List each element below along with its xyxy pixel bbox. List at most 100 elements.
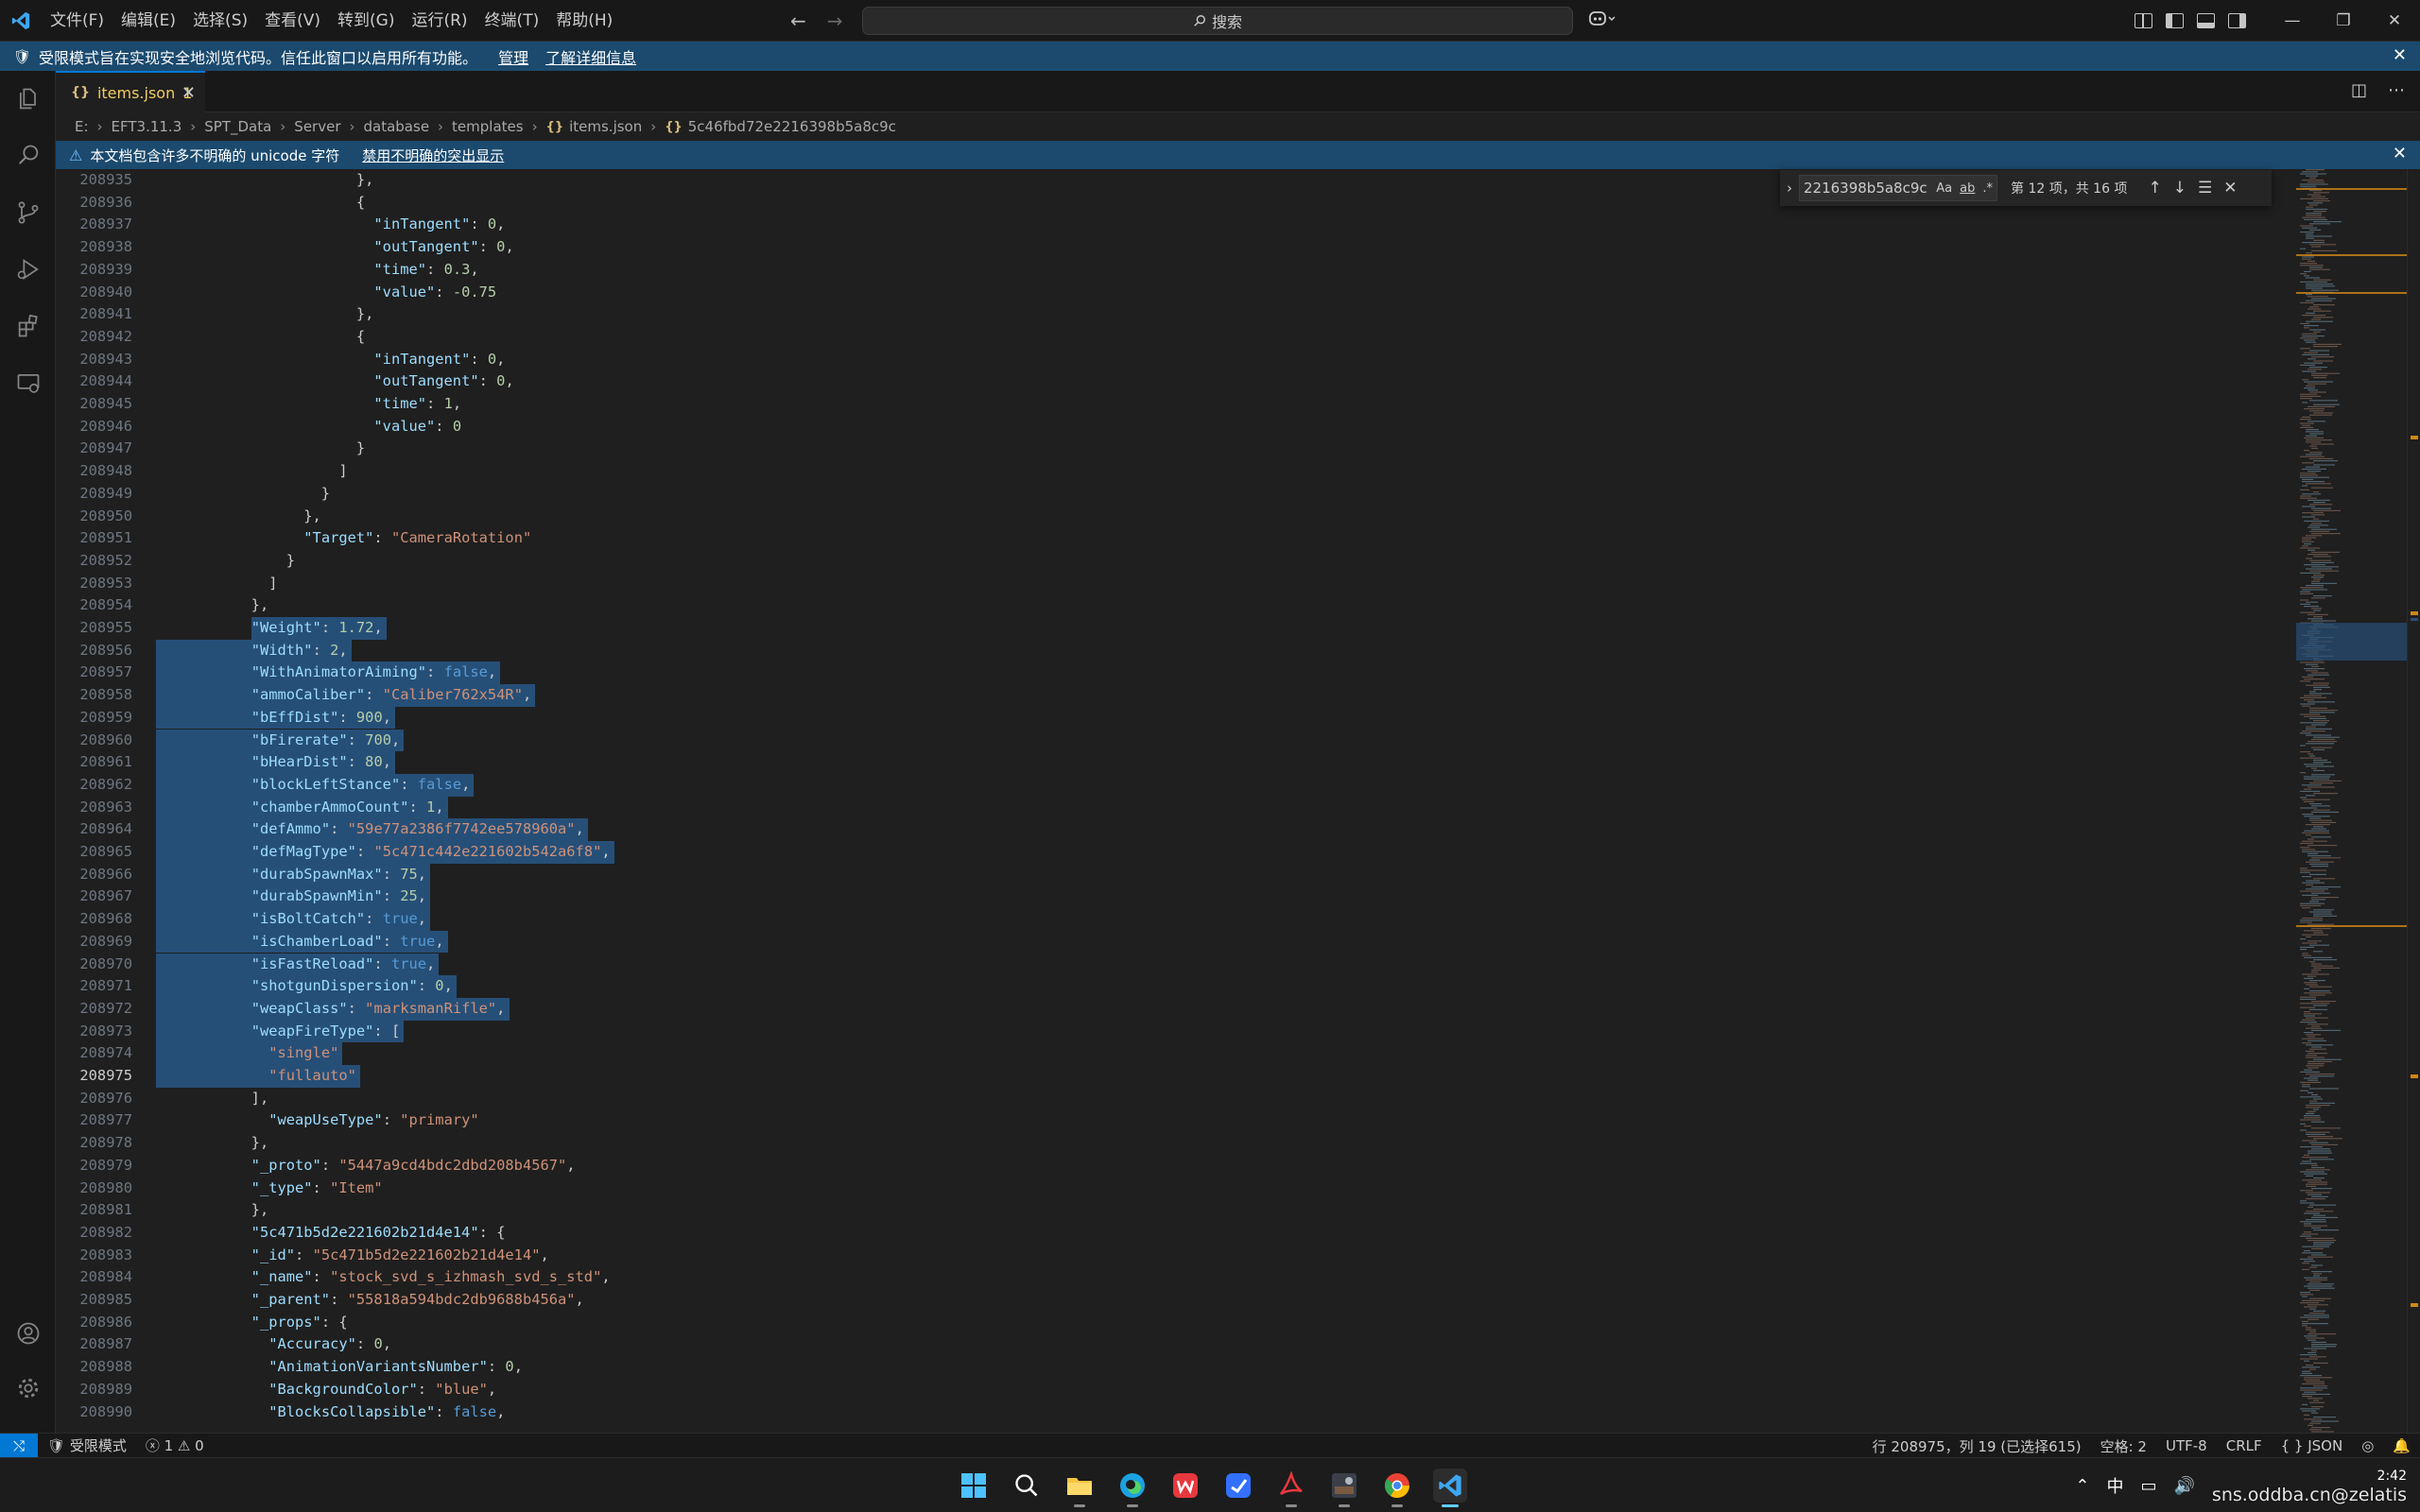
code-line[interactable]: 208952 } <box>56 550 2296 573</box>
wps-office-icon[interactable] <box>1168 1469 1202 1503</box>
code-line[interactable]: 208977 "weapUseType": "primary" <box>56 1109 2296 1132</box>
code-line[interactable]: 208976 ], <box>56 1088 2296 1110</box>
next-match-icon[interactable]: ↓ <box>2173 179 2187 198</box>
menu-item[interactable]: 终端(T) <box>476 0 548 42</box>
code-line[interactable]: 208959 "bEffDist": 900, <box>56 706 2296 730</box>
code-line[interactable]: 208986 "_props": { <box>56 1312 2296 1334</box>
code-line[interactable]: 208983 "_id": "5c471b5d2e221602b21d4e14"… <box>56 1245 2296 1267</box>
back-arrow-icon[interactable]: ← <box>790 9 806 32</box>
toggle-secondary-sidebar-icon[interactable] <box>2228 13 2246 28</box>
code-editor[interactable]: 208935 }, 208936 {208937 "inTangent": 0, 2… <box>56 169 2296 1433</box>
copilot-icon[interactable] <box>1588 9 1616 33</box>
learn-more-link[interactable]: 了解详细信息 <box>545 45 636 68</box>
menu-item[interactable]: 查看(V) <box>256 0 329 42</box>
code-line[interactable]: 208990 "BlocksCollapsible": false, <box>56 1401 2296 1424</box>
code-line[interactable]: 208964 "defAmmo": "59e77a2386f7742ee5789… <box>56 818 2296 841</box>
code-line[interactable]: 208951 "Target": "CameraRotation" <box>56 527 2296 550</box>
code-line[interactable]: 208941 }, <box>56 303 2296 326</box>
minimap[interactable] <box>2296 169 2407 1433</box>
menu-item[interactable]: 选择(S) <box>184 0 256 42</box>
code-line[interactable]: 208946 "value": 0 <box>56 416 2296 438</box>
encoding-status[interactable]: UTF-8 <box>2156 1437 2217 1454</box>
copilot-status-icon[interactable]: ◎ <box>2352 1437 2383 1454</box>
accounts-icon[interactable] <box>13 1318 43 1349</box>
code-line[interactable]: 208939 "time": 0.3, <box>56 259 2296 282</box>
more-actions-icon[interactable]: ⋯ <box>2388 80 2405 100</box>
code-line[interactable]: 208975 "fullauto" <box>56 1065 2296 1088</box>
toggle-replace-chevron-icon[interactable]: › <box>1780 180 1799 197</box>
notifications-icon[interactable]: 🔔 <box>2383 1437 2420 1454</box>
code-line[interactable]: 208947 } <box>56 438 2296 460</box>
code-line[interactable]: 208972 "weapClass": "marksmanRifle", <box>56 997 2296 1021</box>
regex-toggle[interactable]: .* <box>1982 181 1993 196</box>
code-line[interactable]: 208938 "outTangent": 0, <box>56 236 2296 259</box>
toggle-panel-icon[interactable] <box>2197 13 2215 28</box>
menu-item[interactable]: 帮助(H) <box>547 0 621 42</box>
breadcrumb-item[interactable]: SPT_Data <box>204 118 271 135</box>
code-line[interactable]: 208969 "isChamberLoad": true, <box>56 930 2296 954</box>
explorer-icon[interactable] <box>13 84 43 114</box>
code-line[interactable]: 208971 "shotgunDispersion": 0, <box>56 975 2296 998</box>
code-line[interactable]: 208981 }, <box>56 1199 2296 1222</box>
code-line[interactable]: 208989 "BackgroundColor": "blue", <box>56 1379 2296 1401</box>
code-line[interactable]: 208970 "isFastReload": true, <box>56 953 2296 976</box>
code-line[interactable]: 208978 }, <box>56 1132 2296 1155</box>
eol-status[interactable]: CRLF <box>2217 1437 2272 1454</box>
volume-icon[interactable]: 🔊 <box>2174 1476 2195 1496</box>
code-line[interactable]: 208937 "inTangent": 0, <box>56 214 2296 236</box>
code-line[interactable]: 208960 "bFirerate": 700, <box>56 729 2296 752</box>
code-line[interactable]: 208985 "_parent": "55818a594bdc2db9688b4… <box>56 1289 2296 1312</box>
menu-item[interactable]: 转到(G) <box>329 0 403 42</box>
system-clock[interactable]: 2:42 sns.oddba.cn@zelatis <box>2212 1467 2407 1504</box>
problems-status[interactable]: ⓧ 1 ⚠ 0 <box>136 1435 214 1455</box>
close-icon[interactable]: ✕ <box>182 83 196 103</box>
ime-indicator[interactable]: 中 <box>2106 1473 2123 1498</box>
remote-indicator-icon[interactable]: ⤭ <box>0 1433 38 1458</box>
customize-layout-icon[interactable] <box>2135 13 2152 28</box>
code-line[interactable]: 208948 ] <box>56 460 2296 483</box>
code-line[interactable]: 208950 }, <box>56 506 2296 528</box>
manage-link[interactable]: 管理 <box>498 45 528 68</box>
vscode-taskbar-icon[interactable] <box>1433 1469 1467 1507</box>
source-control-icon[interactable] <box>13 198 43 228</box>
code-line[interactable]: 208954 }, <box>56 594 2296 617</box>
split-editor-icon[interactable]: ◫ <box>2351 80 2367 100</box>
code-line[interactable]: 208979 "_proto": "5447a9cd4bdc2dbd208b45… <box>56 1155 2296 1177</box>
menu-item[interactable]: 运行(R) <box>403 0 475 42</box>
close-window-button[interactable]: ✕ <box>2369 0 2420 42</box>
close-icon[interactable]: ✕ <box>2393 144 2407 163</box>
indentation-status[interactable]: 空格: 2 <box>2091 1436 2156 1456</box>
file-explorer-icon[interactable] <box>1063 1469 1097 1507</box>
code-line[interactable]: 208958 "ammoCaliber": "Caliber762x54R", <box>56 684 2296 707</box>
breadcrumb-item[interactable]: items.json <box>569 118 642 135</box>
code-line[interactable]: 208955 "Weight": 1.72, <box>56 617 2296 640</box>
command-center-search[interactable]: 搜索 <box>862 7 1573 35</box>
code-line[interactable]: 208982 "5c471b5d2e221602b21d4e14": { <box>56 1222 2296 1245</box>
network-icon[interactable]: ▭ <box>2140 1476 2156 1496</box>
minimize-button[interactable]: — <box>2267 0 2318 42</box>
chrome-browser-icon[interactable] <box>1380 1469 1414 1507</box>
code-line[interactable]: 208956 "Width": 2, <box>56 639 2296 662</box>
code-line[interactable]: 208961 "bHearDist": 80, <box>56 751 2296 774</box>
run-debug-icon[interactable] <box>13 254 43 284</box>
toggle-primary-sidebar-icon[interactable] <box>2166 13 2184 28</box>
code-line[interactable]: 208957 "WithAnimatorAiming": false, <box>56 662 2296 685</box>
close-icon[interactable]: ✕ <box>2393 45 2407 65</box>
gear-icon[interactable] <box>13 1373 43 1403</box>
tab-items-json[interactable]: {} items.json 1 ✕ <box>56 71 205 112</box>
code-line[interactable]: 208973 "weapFireType": [ <box>56 1020 2296 1043</box>
restore-button[interactable]: ❐ <box>2318 0 2369 42</box>
close-icon[interactable]: ✕ <box>2223 179 2237 198</box>
start-button[interactable] <box>957 1469 991 1503</box>
code-line[interactable]: 208965 "defMagType": "5c471c442e221602b5… <box>56 841 2296 864</box>
breadcrumb-item[interactable]: E: <box>75 118 89 135</box>
edge-browser-icon[interactable] <box>1115 1469 1150 1507</box>
code-line[interactable]: 208966 "durabSpawnMax": 75, <box>56 863 2296 886</box>
tray-overflow-chevron-icon[interactable]: ⌃ <box>2075 1476 2089 1496</box>
language-mode[interactable]: { } JSON <box>2272 1437 2353 1454</box>
code-line[interactable]: 208940 "value": -0.75 <box>56 282 2296 304</box>
search-icon[interactable] <box>13 141 43 171</box>
search-icon[interactable] <box>1010 1469 1044 1503</box>
game-launcher-icon[interactable] <box>1327 1469 1361 1507</box>
disable-highlight-link[interactable]: 禁用不明确的突出显示 <box>362 146 504 165</box>
